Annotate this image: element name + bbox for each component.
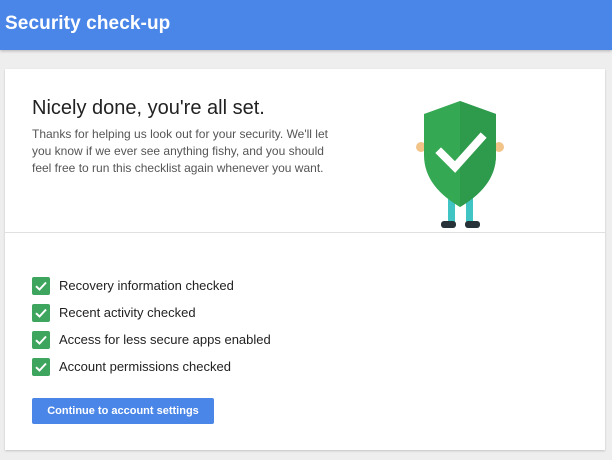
list-item: Recent activity checked — [32, 303, 271, 322]
checklist-label: Account permissions checked — [59, 359, 231, 374]
list-item: Access for less secure apps enabled — [32, 330, 271, 349]
checklist-label: Access for less secure apps enabled — [59, 332, 271, 347]
success-heading: Nicely done, you're all set. — [32, 97, 265, 119]
checkmark-icon — [32, 330, 50, 349]
checkmark-icon — [32, 357, 50, 376]
checkmark-icon — [32, 303, 50, 322]
list-item: Recovery information checked — [32, 276, 271, 295]
checklist-label: Recovery information checked — [59, 278, 234, 293]
checklist: Recovery information checked Recent acti… — [32, 276, 271, 384]
continue-to-account-settings-button[interactable]: Continue to account settings — [32, 398, 214, 424]
shield-with-checkmark-icon — [410, 97, 510, 233]
checklist-label: Recent activity checked — [59, 305, 196, 320]
list-item: Account permissions checked — [32, 357, 271, 376]
top-app-bar: Security check-up — [0, 0, 612, 50]
checkup-card: Nicely done, you're all set. Thanks for … — [5, 69, 605, 450]
success-description: Thanks for helping us look out for your … — [32, 127, 328, 175]
section-divider — [5, 232, 605, 233]
page-title: Security check-up — [5, 13, 171, 34]
checkmark-icon — [32, 276, 50, 295]
